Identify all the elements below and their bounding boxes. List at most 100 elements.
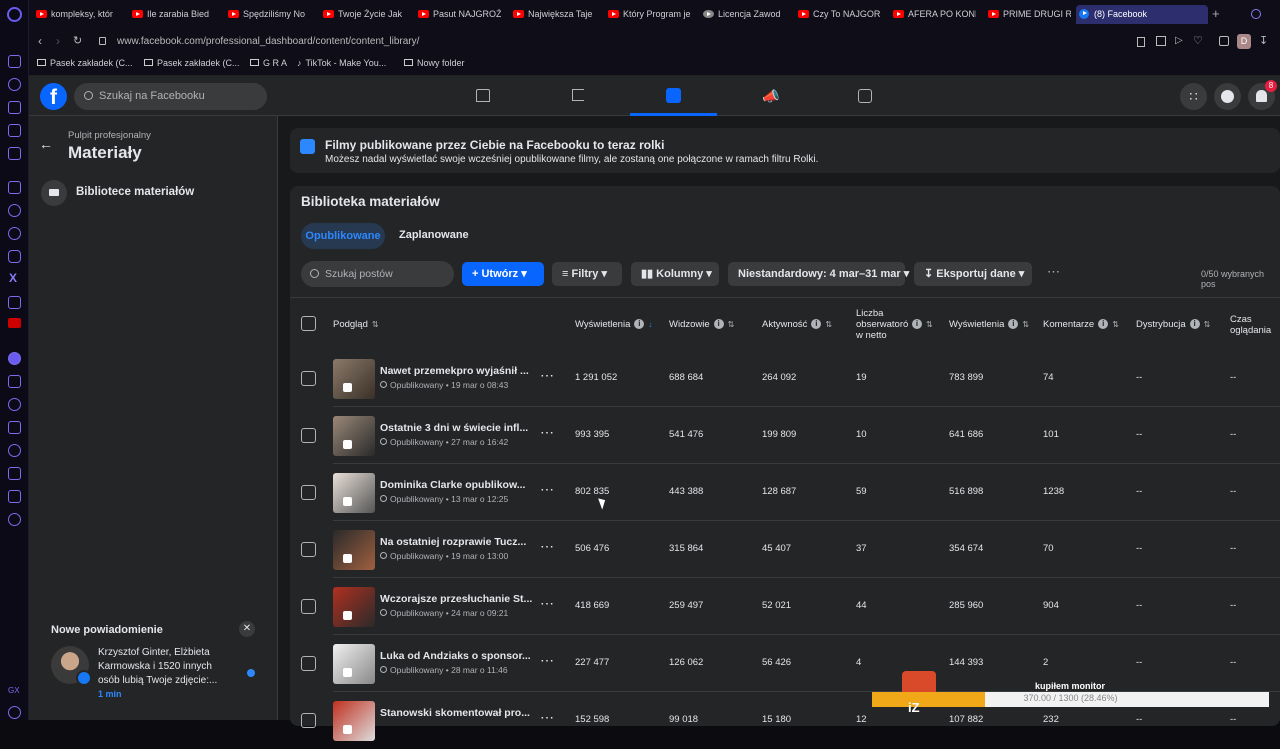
- sidebar-toggle-icon[interactable]: [8, 706, 21, 719]
- post-title[interactable]: Nawet przemekpro wyjaśnił ...: [380, 365, 529, 377]
- fb-search-input[interactable]: Szukaj na Facebooku: [74, 83, 267, 110]
- browser-tab[interactable]: Spędziliśmy No: [225, 5, 310, 24]
- forward-icon[interactable]: ›: [56, 34, 60, 48]
- new-tab-button[interactable]: +: [1212, 6, 1220, 21]
- nav-item-library[interactable]: Bibliotece materiałów: [41, 178, 271, 208]
- extensions-icon[interactable]: [8, 490, 21, 503]
- row-more-icon[interactable]: ⋯: [540, 367, 554, 384]
- col-views-2[interactable]: Wyświetlenia i ⇅: [949, 319, 1029, 330]
- browser-tab[interactable]: Ile zarabia Bied: [129, 5, 217, 24]
- post-thumbnail[interactable]: [333, 530, 375, 570]
- col-views[interactable]: Wyświetlenia i ↓: [575, 319, 652, 330]
- post-thumbnail[interactable]: [333, 587, 375, 627]
- col-followers[interactable]: Liczbaobserwatorów i ⇅ w netto: [856, 308, 933, 341]
- bookmark-folder[interactable]: Nowy folder: [404, 58, 465, 68]
- post-title[interactable]: Luka od Andziaks o sponsor...: [380, 650, 531, 662]
- post-thumbnail[interactable]: [333, 644, 375, 684]
- x-icon[interactable]: X: [9, 271, 17, 285]
- browser-tab[interactable]: Pasut NAJGROŹ: [415, 5, 501, 24]
- select-all-checkbox[interactable]: [301, 316, 316, 331]
- table-row[interactable]: Dominika Clarke opublikow... Opublikowany…: [290, 464, 1280, 521]
- discord-icon[interactable]: [8, 296, 21, 309]
- telegram-icon[interactable]: [8, 227, 21, 240]
- create-button[interactable]: + Utwórz ▾: [462, 262, 544, 286]
- home-icon[interactable]: [476, 89, 490, 102]
- instagram-icon[interactable]: [8, 250, 21, 263]
- col-preview[interactable]: Podgląd ⇅: [333, 319, 379, 330]
- col-activity[interactable]: Aktywność i ⇅: [762, 319, 832, 330]
- browser-tab-active[interactable]: (8) Facebook: [1076, 5, 1208, 24]
- messenger-icon[interactable]: [8, 204, 21, 217]
- snapshot-icon[interactable]: [1156, 36, 1166, 46]
- music-icon[interactable]: [8, 352, 21, 365]
- post-title[interactable]: Wczorajsze przesłuchanie St...: [380, 593, 532, 605]
- row-checkbox[interactable]: [301, 428, 316, 443]
- row-checkbox[interactable]: [301, 371, 316, 386]
- bookmark-folder[interactable]: Pasek zakładek (C...: [144, 58, 240, 68]
- play-icon[interactable]: [8, 375, 21, 388]
- col-watch-time[interactable]: Czas oglądania: [1230, 314, 1271, 336]
- export-button[interactable]: ↧ Eksportuj dane ▾: [914, 262, 1032, 286]
- post-thumbnail[interactable]: [333, 701, 375, 741]
- row-more-icon[interactable]: ⋯: [540, 481, 554, 498]
- browser-tab[interactable]: Licencja Zawod: [700, 5, 786, 24]
- row-more-icon[interactable]: ⋯: [540, 709, 554, 726]
- sidebar-app-icon[interactable]: [8, 124, 21, 137]
- url-field[interactable]: www.facebook.com/professional_dashboard/…: [117, 36, 419, 47]
- twitch-icon[interactable]: [8, 181, 21, 194]
- profile-avatar[interactable]: D: [1237, 34, 1251, 49]
- browser-tab[interactable]: PRIME DRUGI R: [985, 5, 1071, 24]
- row-checkbox[interactable]: [301, 485, 316, 500]
- row-checkbox[interactable]: [301, 542, 316, 557]
- post-title[interactable]: Ostatnie 3 dni w świecie infl...: [380, 422, 528, 434]
- opera-logo-icon[interactable]: [7, 7, 22, 22]
- post-title[interactable]: Dominika Clarke opublikow...: [380, 479, 525, 491]
- table-row[interactable]: Nawet przemekpro wyjaśnił ... Opublikowan…: [290, 350, 1280, 407]
- browser-tab[interactable]: Który Program je: [605, 5, 691, 24]
- facebook-logo-icon[interactable]: f: [40, 83, 67, 110]
- table-row[interactable]: Wczorajsze przesłuchanie St... Opublikowa…: [290, 578, 1280, 635]
- back-icon[interactable]: ‹: [38, 34, 42, 48]
- post-title[interactable]: Stanowski skomentował pro...: [380, 707, 530, 719]
- bookmark-folder[interactable]: Pasek zakładek (C...: [37, 58, 133, 68]
- bookmark-folder[interactable]: G R A: [250, 58, 287, 68]
- notification-text[interactable]: Krzysztof Ginter, Elżbieta: [98, 647, 210, 658]
- sidebar-app-icon[interactable]: [8, 147, 21, 160]
- menu-grid-icon[interactable]: ∷: [1180, 83, 1207, 110]
- row-checkbox[interactable]: [301, 599, 316, 614]
- messenger-icon[interactable]: [1214, 83, 1241, 110]
- megaphone-icon[interactable]: 📣: [762, 88, 779, 105]
- col-comments[interactable]: Komentarze i ⇅: [1043, 319, 1119, 330]
- tab-scheduled[interactable]: Zaplanowane: [399, 229, 469, 241]
- notification-text[interactable]: Karmowska i 1520 innych: [98, 661, 212, 672]
- heart-icon[interactable]: [8, 398, 21, 411]
- table-row[interactable]: Na ostatniej rozprawie Tucz... Opublikowa…: [290, 521, 1280, 578]
- clock-icon[interactable]: [8, 444, 21, 457]
- settings-icon[interactable]: [8, 513, 21, 526]
- calendar-icon[interactable]: [858, 89, 872, 103]
- download-icon[interactable]: ↧: [1259, 34, 1268, 47]
- close-icon[interactable]: ✕: [239, 621, 255, 637]
- browser-tab[interactable]: AFERA PO KONF: [890, 5, 976, 24]
- col-viewers[interactable]: Widzowie i ⇅: [669, 319, 734, 330]
- browser-tab[interactable]: Twoje Życie Jak: [320, 5, 406, 24]
- post-thumbnail[interactable]: [333, 359, 375, 399]
- bookmark-link[interactable]: ♪ TikTok - Make You...: [297, 58, 386, 68]
- row-more-icon[interactable]: ⋯: [540, 538, 554, 555]
- post-thumbnail[interactable]: [333, 473, 375, 513]
- download-icon[interactable]: [8, 467, 21, 480]
- row-more-icon[interactable]: ⋯: [540, 652, 554, 669]
- sidebar-app-icon[interactable]: [8, 55, 21, 68]
- post-title[interactable]: Na ostatniej rozprawie Tucz...: [380, 536, 526, 548]
- sidebar-app-icon[interactable]: [8, 78, 21, 91]
- history-icon[interactable]: [8, 421, 21, 434]
- date-range-button[interactable]: Niestandardowy: 4 mar–31 mar ▾: [728, 262, 909, 286]
- flag-icon[interactable]: [572, 89, 584, 101]
- more-options-icon[interactable]: ⋯: [1047, 264, 1060, 280]
- app-badge-icon[interactable]: [8, 318, 21, 328]
- row-checkbox[interactable]: [301, 656, 316, 671]
- browser-tab[interactable]: kompleksy, któr: [33, 5, 123, 24]
- row-checkbox[interactable]: [301, 713, 316, 728]
- notification-text[interactable]: osób lubią Twoje zdjęcie:...: [98, 675, 217, 686]
- post-search-input[interactable]: Szukaj postów: [301, 261, 454, 287]
